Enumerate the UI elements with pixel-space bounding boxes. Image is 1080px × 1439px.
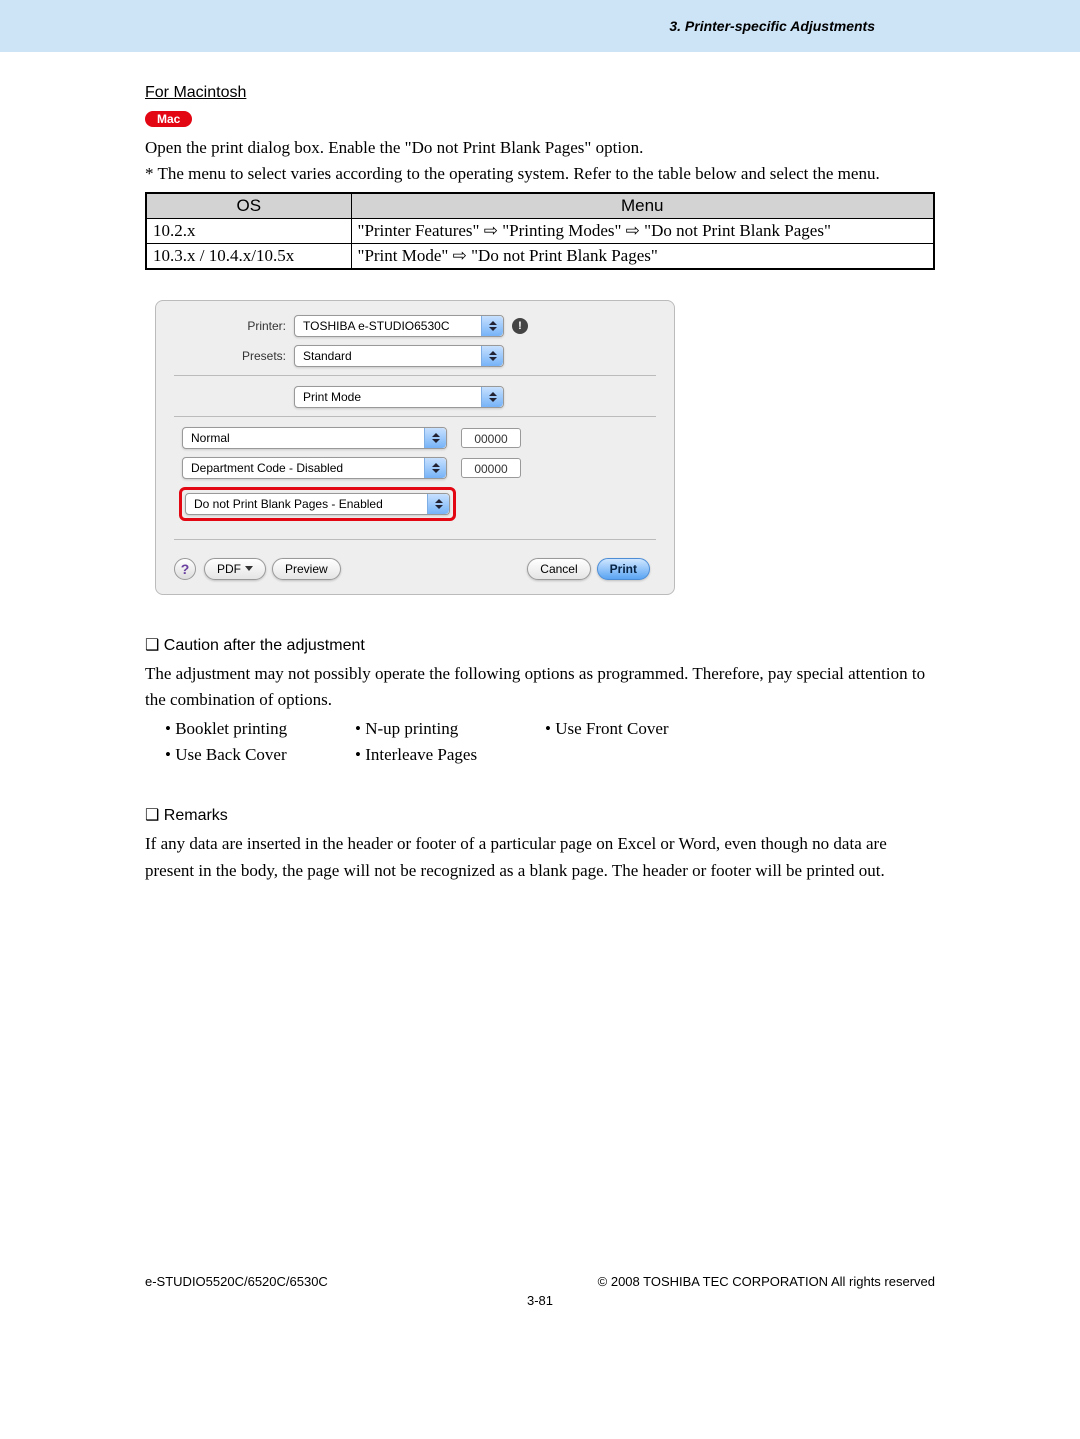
pdf-label: PDF (217, 562, 241, 576)
blank-pages-value: Do not Print Blank Pages - Enabled (194, 497, 383, 511)
cell-os: 10.3.x / 10.4.x/10.5x (146, 243, 351, 269)
col-menu: Menu (351, 193, 934, 219)
help-icon[interactable]: ? (174, 558, 196, 580)
remarks-heading: ❑ Remarks (145, 805, 935, 825)
cell-menu: "Printer Features" ⇨ "Printing Modes" ⇨ … (351, 218, 934, 243)
cancel-label: Cancel (540, 562, 577, 576)
chevron-updown-icon (424, 458, 446, 478)
pane-select[interactable]: Print Mode (294, 386, 504, 408)
chevron-updown-icon (427, 494, 449, 514)
page-footer: e-STUDIO5520C/6520C/6530C © 2008 TOSHIBA… (0, 1274, 1080, 1289)
page-content: For Macintosh Mac Open the print dialog … (0, 52, 1080, 924)
info-icon[interactable]: ! (512, 318, 528, 334)
preview-button[interactable]: Preview (272, 558, 341, 580)
value-box: 00000 (461, 428, 521, 448)
print-dialog: Printer: TOSHIBA e-STUDIO6530C ! Presets… (155, 300, 675, 595)
footer-left: e-STUDIO5520C/6520C/6530C (145, 1274, 328, 1289)
opt-label: Booklet printing (175, 719, 287, 738)
os-menu-table: OS Menu 10.2.x "Printer Features" ⇨ "Pri… (145, 192, 935, 270)
mac-badge: Mac (145, 111, 192, 127)
highlight-box: Do not Print Blank Pages - Enabled (179, 487, 456, 521)
preview-label: Preview (285, 562, 328, 576)
dept-value: Department Code - Disabled (191, 461, 343, 475)
mode-value: Normal (191, 431, 230, 445)
opt-label: Use Front Cover (555, 719, 668, 738)
presets-value: Standard (303, 349, 352, 363)
divider (174, 416, 656, 417)
list-item: • Use Front Cover (545, 719, 735, 739)
caution-heading: ❑ Caution after the adjustment (145, 635, 935, 655)
chevron-down-icon (245, 566, 253, 571)
remarks-title: Remarks (164, 807, 228, 824)
print-label: Print (610, 562, 637, 576)
list-item: • Booklet printing (165, 719, 355, 739)
caution-text: The adjustment may not possibly operate … (145, 661, 935, 714)
list-item: • Use Back Cover (165, 745, 355, 765)
blank-pages-select[interactable]: Do not Print Blank Pages - Enabled (185, 493, 450, 515)
opt-label: Use Back Cover (175, 745, 286, 764)
page-number: 3-81 (0, 1293, 1080, 1308)
remarks-text: If any data are inserted in the header o… (145, 831, 935, 884)
mode-select[interactable]: Normal (182, 427, 447, 449)
chevron-updown-icon (481, 316, 503, 336)
printer-select[interactable]: TOSHIBA e-STUDIO6530C (294, 315, 504, 337)
value-box: 00000 (461, 458, 521, 478)
caution-title: Caution after the adjustment (164, 637, 365, 654)
list-item: • N-up printing (355, 719, 545, 739)
table-row: 10.2.x "Printer Features" ⇨ "Printing Mo… (146, 218, 934, 243)
pane-value: Print Mode (303, 390, 361, 404)
chapter-header: 3. Printer-specific Adjustments (0, 0, 1080, 52)
opt-label: N-up printing (365, 719, 458, 738)
list-item: • Interleave Pages (355, 745, 545, 765)
pdf-button[interactable]: PDF (204, 558, 266, 580)
printer-value: TOSHIBA e-STUDIO6530C (303, 319, 450, 333)
col-os: OS (146, 193, 351, 219)
printer-label: Printer: (174, 319, 294, 333)
cell-menu: "Print Mode" ⇨ "Do not Print Blank Pages… (351, 243, 934, 269)
chevron-updown-icon (481, 346, 503, 366)
options-grid: • Booklet printing • N-up printing • Use… (145, 719, 935, 765)
chevron-updown-icon (481, 387, 503, 407)
chevron-updown-icon (424, 428, 446, 448)
note-text: * The menu to select varies according to… (145, 161, 935, 187)
presets-label: Presets: (174, 349, 294, 363)
footer-right: © 2008 TOSHIBA TEC CORPORATION All right… (598, 1274, 935, 1289)
print-button[interactable]: Print (597, 558, 650, 580)
opt-label: Interleave Pages (365, 745, 477, 764)
chapter-title: 3. Printer-specific Adjustments (669, 18, 875, 34)
dept-select[interactable]: Department Code - Disabled (182, 457, 447, 479)
divider (174, 375, 656, 376)
presets-select[interactable]: Standard (294, 345, 504, 367)
cancel-button[interactable]: Cancel (527, 558, 590, 580)
divider (174, 539, 656, 540)
intro-text: Open the print dialog box. Enable the "D… (145, 135, 935, 161)
cell-os: 10.2.x (146, 218, 351, 243)
section-title: For Macintosh (145, 84, 935, 102)
table-row: 10.3.x / 10.4.x/10.5x "Print Mode" ⇨ "Do… (146, 243, 934, 269)
